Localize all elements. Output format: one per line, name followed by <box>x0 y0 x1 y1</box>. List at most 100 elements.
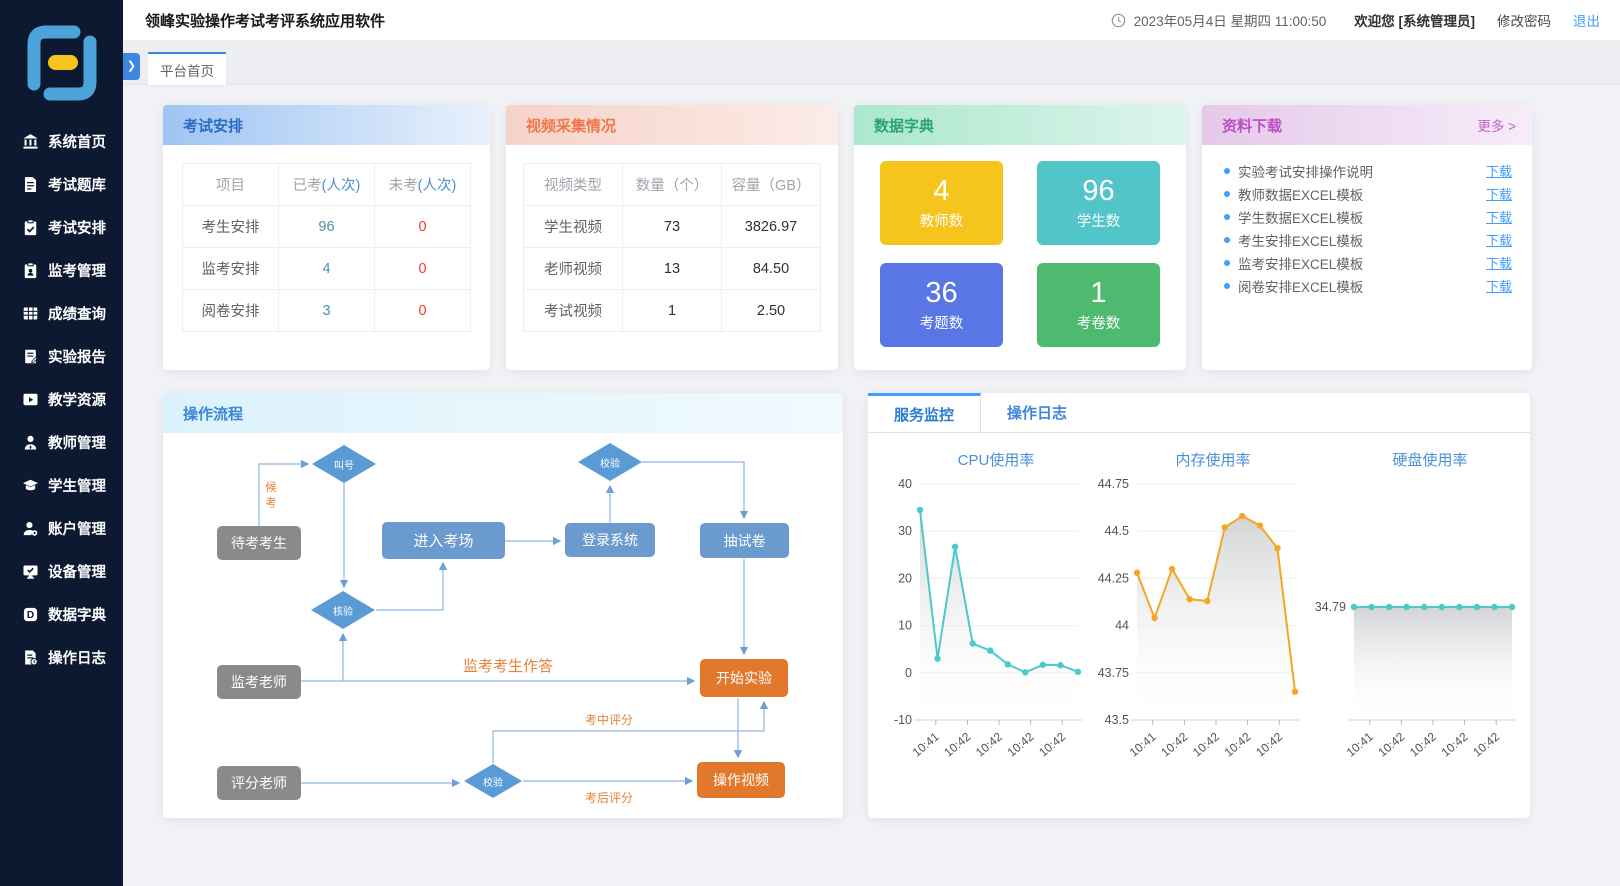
page-title: 领峰实验操作考试考评系统应用软件 <box>145 10 385 31</box>
table-row: 考试视频12.50 <box>524 290 821 332</box>
sidebar-item-6[interactable]: 实验报告 <box>0 335 123 378</box>
welcome-text: 欢迎您 [系统管理员] <box>1354 10 1475 30</box>
stat-value: 1 <box>1090 278 1106 308</box>
exam-col-header: 项目 <box>183 164 279 206</box>
svg-text:10:41: 10:41 <box>1344 729 1376 759</box>
more-link[interactable]: 更多 > <box>1477 115 1516 135</box>
flow-node-waiting-examinee: 待考考生 <box>217 526 301 560</box>
clock-icon <box>1111 13 1126 28</box>
exam-todo-count: 0 <box>375 248 471 290</box>
sidebar-item-11[interactable]: 设备管理 <box>0 550 123 593</box>
video-icon <box>22 391 39 408</box>
datetime-text: 2023年05月4日 星期四 11:00:50 <box>1134 10 1327 30</box>
chart-title: CPU使用率 <box>872 449 1086 470</box>
table-icon <box>22 305 39 322</box>
svg-text:10:42: 10:42 <box>1439 729 1471 759</box>
tab-platform-home[interactable]: 平台首页 <box>148 52 226 85</box>
exam-done-count[interactable]: 3 <box>279 290 375 332</box>
flow-card-title: 操作流程 <box>163 393 843 433</box>
sidebar-item-label: 教师管理 <box>48 432 106 453</box>
exam-todo-count: 0 <box>375 290 471 332</box>
sidebar-item-label: 设备管理 <box>48 561 106 582</box>
sidebar-menu: 系统首页考试题库考试安排监考管理成绩查询实验报告教学资源教师管理学生管理账户管理… <box>0 120 123 679</box>
download-item: 监考安排EXCEL模板 下载 <box>1224 251 1512 274</box>
svg-text:10:41: 10:41 <box>1127 729 1159 759</box>
video-count: 73 <box>623 206 722 248</box>
sidebar-item-3[interactable]: 考试安排 <box>0 206 123 249</box>
exam-card-title: 考试安排 <box>163 105 490 145</box>
download-link[interactable]: 下载 <box>1486 184 1512 203</box>
download-item-name: 监考安排EXCEL模板 <box>1238 253 1363 273</box>
table-row: 考生安排960 <box>183 206 471 248</box>
flow-node-draw-paper: 抽试卷 <box>700 523 789 558</box>
sidebar-item-13[interactable]: 操作日志 <box>0 636 123 679</box>
main-area: 领峰实验操作考试考评系统应用软件 2023年05月4日 星期四 11:00:50… <box>123 0 1620 886</box>
sidebar-item-12[interactable]: D数据字典 <box>0 593 123 636</box>
download-link[interactable]: 下载 <box>1486 207 1512 226</box>
teacher-icon <box>22 434 39 451</box>
download-link[interactable]: 下载 <box>1486 161 1512 180</box>
document-icon <box>22 176 39 193</box>
exam-done-count[interactable]: 96 <box>279 206 375 248</box>
sidebar-item-5[interactable]: 成绩查询 <box>0 292 123 335</box>
svg-text:43.75: 43.75 <box>1098 666 1129 680</box>
video-row-name: 老师视频 <box>524 248 623 290</box>
table-row: 监考安排40 <box>183 248 471 290</box>
tab-service-monitor[interactable]: 服务监控 <box>868 393 981 432</box>
video-col-header: 视频类型 <box>524 164 623 206</box>
sidebar-item-2[interactable]: 考试题库 <box>0 163 123 206</box>
exam-arrangement-card: 考试安排 项目已考(人次)未考(人次)考生安排960监考安排40阅卷安排30 <box>163 105 490 370</box>
svg-text:44: 44 <box>1115 619 1129 633</box>
sidebar-item-label: 账户管理 <box>48 518 106 539</box>
download-item: 实验考试安排操作说明下载 <box>1224 159 1512 182</box>
chart-canvas: 44.7544.544.254443.7543.510:4110:4210:42… <box>1089 470 1303 800</box>
sidebar-item-8[interactable]: 教师管理 <box>0 421 123 464</box>
svg-text:10:42: 10:42 <box>973 729 1005 759</box>
clipboard-user-icon <box>22 262 39 279</box>
svg-text:10:42: 10:42 <box>1190 729 1222 759</box>
sidebar-item-7[interactable]: 教学资源 <box>0 378 123 421</box>
download-item-name: 学生数据EXCEL模板 <box>1238 207 1363 227</box>
svg-text:10:42: 10:42 <box>1158 729 1190 759</box>
exam-done-count[interactable]: 4 <box>279 248 375 290</box>
download-item-name: 教师数据EXCEL模板 <box>1238 184 1363 204</box>
flow-node-operation-video: 操作视频 <box>697 762 785 798</box>
video-count: 1 <box>623 290 722 332</box>
flow-connectors <box>163 393 843 818</box>
report-icon <box>22 348 39 365</box>
download-link[interactable]: 下载 <box>1486 276 1512 295</box>
download-link[interactable]: 下载 <box>1486 230 1512 249</box>
monitor-tabs: 服务监控 操作日志 <box>868 393 1530 433</box>
flow-node-login-system: 登录系统 <box>565 523 655 557</box>
video-col-header: 数量（个） <box>623 164 722 206</box>
stat-box-3: 36考题数 <box>880 263 1003 347</box>
sidebar-item-10[interactable]: 账户管理 <box>0 507 123 550</box>
sidebar-item-label: 考试题库 <box>48 174 106 195</box>
svg-text:44.25: 44.25 <box>1098 571 1129 585</box>
stat-box-1: 4教师数 <box>880 161 1003 245</box>
sidebar-collapse-button[interactable]: ❯ <box>123 53 140 80</box>
svg-text:34.79: 34.79 <box>1315 600 1346 614</box>
sidebar: 系统首页考试题库考试安排监考管理成绩查询实验报告教学资源教师管理学生管理账户管理… <box>0 0 123 886</box>
svg-text:10:42: 10:42 <box>1253 729 1285 759</box>
sidebar-item-label: 考试安排 <box>48 217 106 238</box>
video-row-name: 考试视频 <box>524 290 623 332</box>
video-table: 视频类型数量（个）容量（GB）学生视频733826.97老师视频1384.50考… <box>523 163 821 332</box>
flow-node-scoring-teacher: 评分老师 <box>217 766 301 800</box>
logout-link[interactable]: 退出 <box>1573 10 1600 30</box>
change-password-link[interactable]: 修改密码 <box>1497 10 1551 30</box>
sidebar-item-4[interactable]: 监考管理 <box>0 249 123 292</box>
dictionary-icon: D <box>22 606 39 623</box>
sidebar-item-9[interactable]: 学生管理 <box>0 464 123 507</box>
download-link[interactable]: 下载 <box>1486 253 1512 272</box>
download-item: 教师数据EXCEL模板 下载 <box>1224 182 1512 205</box>
tab-operation-log[interactable]: 操作日志 <box>981 393 1093 432</box>
device-icon <box>22 563 39 580</box>
download-item: 考生安排EXCEL模板 下载 <box>1224 228 1512 251</box>
sidebar-item-1[interactable]: 系统首页 <box>0 120 123 163</box>
tab-strip: ❯ 平台首页 <box>123 40 1620 85</box>
download-item-name: 考生安排EXCEL模板 <box>1238 230 1363 250</box>
stat-value: 4 <box>933 176 949 206</box>
svg-text:D: D <box>27 610 34 621</box>
chart-2: 内存使用率44.7544.544.254443.7543.510:4110:42… <box>1089 439 1303 805</box>
